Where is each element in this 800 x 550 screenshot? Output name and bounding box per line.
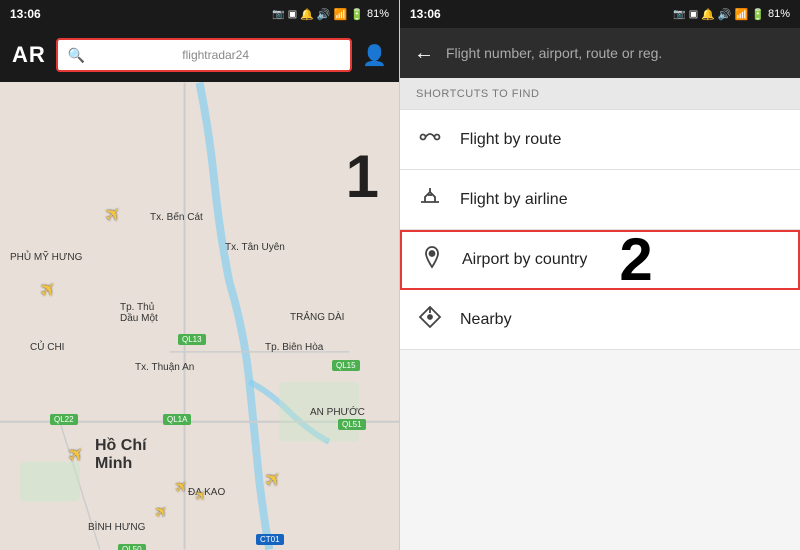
flight-by-airline-label: Flight by airline xyxy=(460,191,568,209)
search-icon: 🔍 xyxy=(68,47,85,64)
airport-icon xyxy=(418,245,446,275)
airline-icon xyxy=(416,185,444,215)
map-label-cu-chi: CỦ CHI xyxy=(30,342,64,353)
app-logo: AR xyxy=(12,42,46,68)
menu-item-flight-by-route[interactable]: Flight by route xyxy=(400,110,800,170)
map-label-binh-hung: BÌNH HƯNG xyxy=(88,522,145,533)
nearby-label: Nearby xyxy=(460,311,512,329)
menu-item-flight-by-airline[interactable]: Flight by airline xyxy=(400,170,800,230)
map-area: PHỦ MỸ HƯNG CỦ CHI Tx. Bến Cát Tp. ThủDầ… xyxy=(0,82,399,550)
map-label-phu-my-hung: PHỦ MỸ HƯNG xyxy=(10,252,82,263)
shortcuts-label: SHORTCUTS TO FIND xyxy=(400,78,800,110)
road-ql50: QL50 xyxy=(118,544,146,550)
left-panel: 13:06 📷 ▣ 🔔 🔊 📶 🔋 81% AR 🔍 flightradar24… xyxy=(0,0,400,550)
status-bar-right: 13:06 📷 ▣ 🔔 🔊 📶 🔋 81% xyxy=(400,0,800,28)
map-label-bien-hoa: Tp. Biên Hòa xyxy=(265,342,323,353)
annotation-2: 2 xyxy=(619,230,652,290)
map-label-thuan-an: Tx. Thuận An xyxy=(135,362,194,373)
airport-by-country-label: Airport by country xyxy=(462,251,587,269)
map-label-tan-uyen: Tx. Tân Uyên xyxy=(225,242,285,253)
status-icons-left: 📷 ▣ 🔔 🔊 📶 🔋 81% xyxy=(272,8,389,21)
road-ql22: QL22 xyxy=(50,414,78,425)
rest-area xyxy=(400,350,800,550)
flightradar-logo: flightradar24 xyxy=(91,48,340,62)
road-ct01: CT01 xyxy=(256,534,284,545)
map-label-ben-cat: Tx. Bến Cát xyxy=(150,212,203,223)
shortcuts-text: SHORTCUTS TO FIND xyxy=(416,88,539,100)
app-bar-left: AR 🔍 flightradar24 👤 xyxy=(0,28,399,82)
road-ql51: QL51 xyxy=(338,419,366,430)
search-bar[interactable]: 🔍 flightradar24 xyxy=(56,38,352,72)
annotation-1: 1 xyxy=(346,142,379,211)
map-label-thu-dau-mot: Tp. ThủDầu Một xyxy=(120,302,158,324)
right-panel: 13:06 📷 ▣ 🔔 🔊 📶 🔋 81% ← Flight number, a… xyxy=(400,0,800,550)
status-bar-left: 13:06 📷 ▣ 🔔 🔊 📶 🔋 81% xyxy=(0,0,399,28)
menu-item-nearby[interactable]: Nearby xyxy=(400,290,800,350)
road-ql15: QL15 xyxy=(332,360,360,371)
road-ql13: QL13 xyxy=(178,334,206,345)
route-icon xyxy=(416,125,444,155)
map-label-hcm: Hồ ChíMinh xyxy=(95,437,147,473)
menu-item-airport-by-country[interactable]: Airport by country 2 xyxy=(400,230,800,290)
search-placeholder-text: Flight number, airport, route or reg. xyxy=(446,45,662,61)
profile-icon[interactable]: 👤 xyxy=(362,43,387,68)
flight-by-route-label: Flight by route xyxy=(460,131,561,149)
back-button[interactable]: ← xyxy=(414,42,434,65)
road-ql1a: QL1A xyxy=(163,414,191,425)
status-time-left: 13:06 xyxy=(10,7,41,21)
status-icons-right: 📷 ▣ 🔔 🔊 📶 🔋 81% xyxy=(673,8,790,21)
search-header: ← Flight number, airport, route or reg. xyxy=(400,28,800,78)
status-time-right: 13:06 xyxy=(410,7,441,21)
map-label-an-phuoc: AN PHƯỚC xyxy=(310,407,365,418)
map-label-trang-dai: TRẢNG DÀI xyxy=(290,312,344,323)
nearby-icon xyxy=(416,305,444,335)
